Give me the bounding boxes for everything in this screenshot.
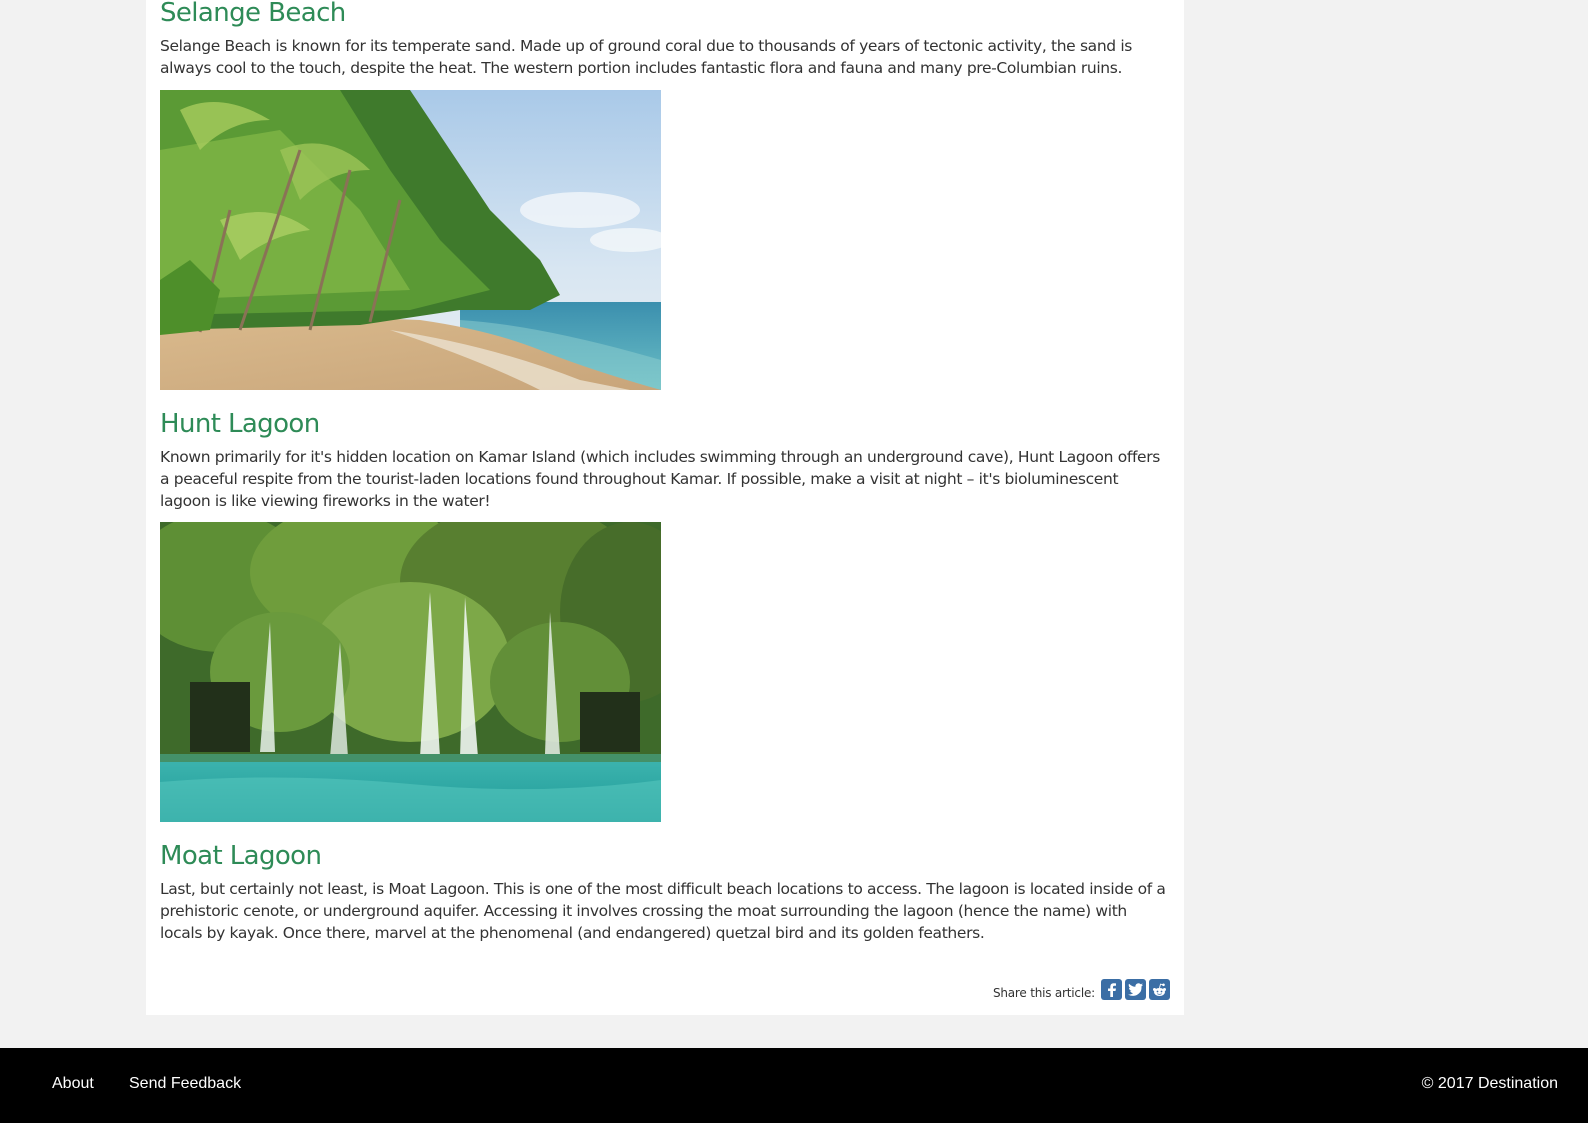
- reddit-share-button[interactable]: [1149, 979, 1170, 1000]
- section-moat-lagoon: Moat Lagoon Last, but certainly not leas…: [160, 840, 1170, 944]
- section-body: Selange Beach is known for its temperate…: [160, 37, 1133, 77]
- site-footer: About Send Feedback © 2017 Destination: [0, 1048, 1588, 1123]
- twitter-icon: [1128, 983, 1143, 996]
- section-title: Hunt Lagoon: [160, 409, 320, 439]
- section-title: Moat Lagoon: [160, 841, 322, 871]
- footer-link-send-feedback[interactable]: Send Feedback: [129, 1075, 241, 1093]
- share-label: Share this article:: [992, 985, 1095, 1000]
- lagoon-photo: [160, 522, 661, 822]
- copyright-text: © 2017 Destination: [1421, 1075, 1558, 1092]
- twitter-share-button[interactable]: [1125, 979, 1146, 1000]
- section-selange-beach: Selange Beach Selange Beach is known for…: [160, 0, 1170, 79]
- facebook-share-button[interactable]: [1101, 979, 1122, 1000]
- section-title: Selange Beach: [160, 0, 346, 28]
- section-hunt-lagoon: Hunt Lagoon Known primarily for it's hid…: [160, 408, 1170, 512]
- share-bar: Share this article:: [993, 979, 1170, 1000]
- section-body: Last, but certainly not least, is Moat L…: [160, 880, 1166, 942]
- section-body: Known primarily for it's hidden location…: [160, 448, 1160, 510]
- footer-link-about[interactable]: About: [52, 1075, 94, 1093]
- reddit-icon: [1153, 983, 1166, 996]
- article-card: Selange Beach Selange Beach is known for…: [146, 0, 1184, 1015]
- facebook-icon: [1108, 983, 1116, 997]
- beach-photo: [160, 90, 661, 390]
